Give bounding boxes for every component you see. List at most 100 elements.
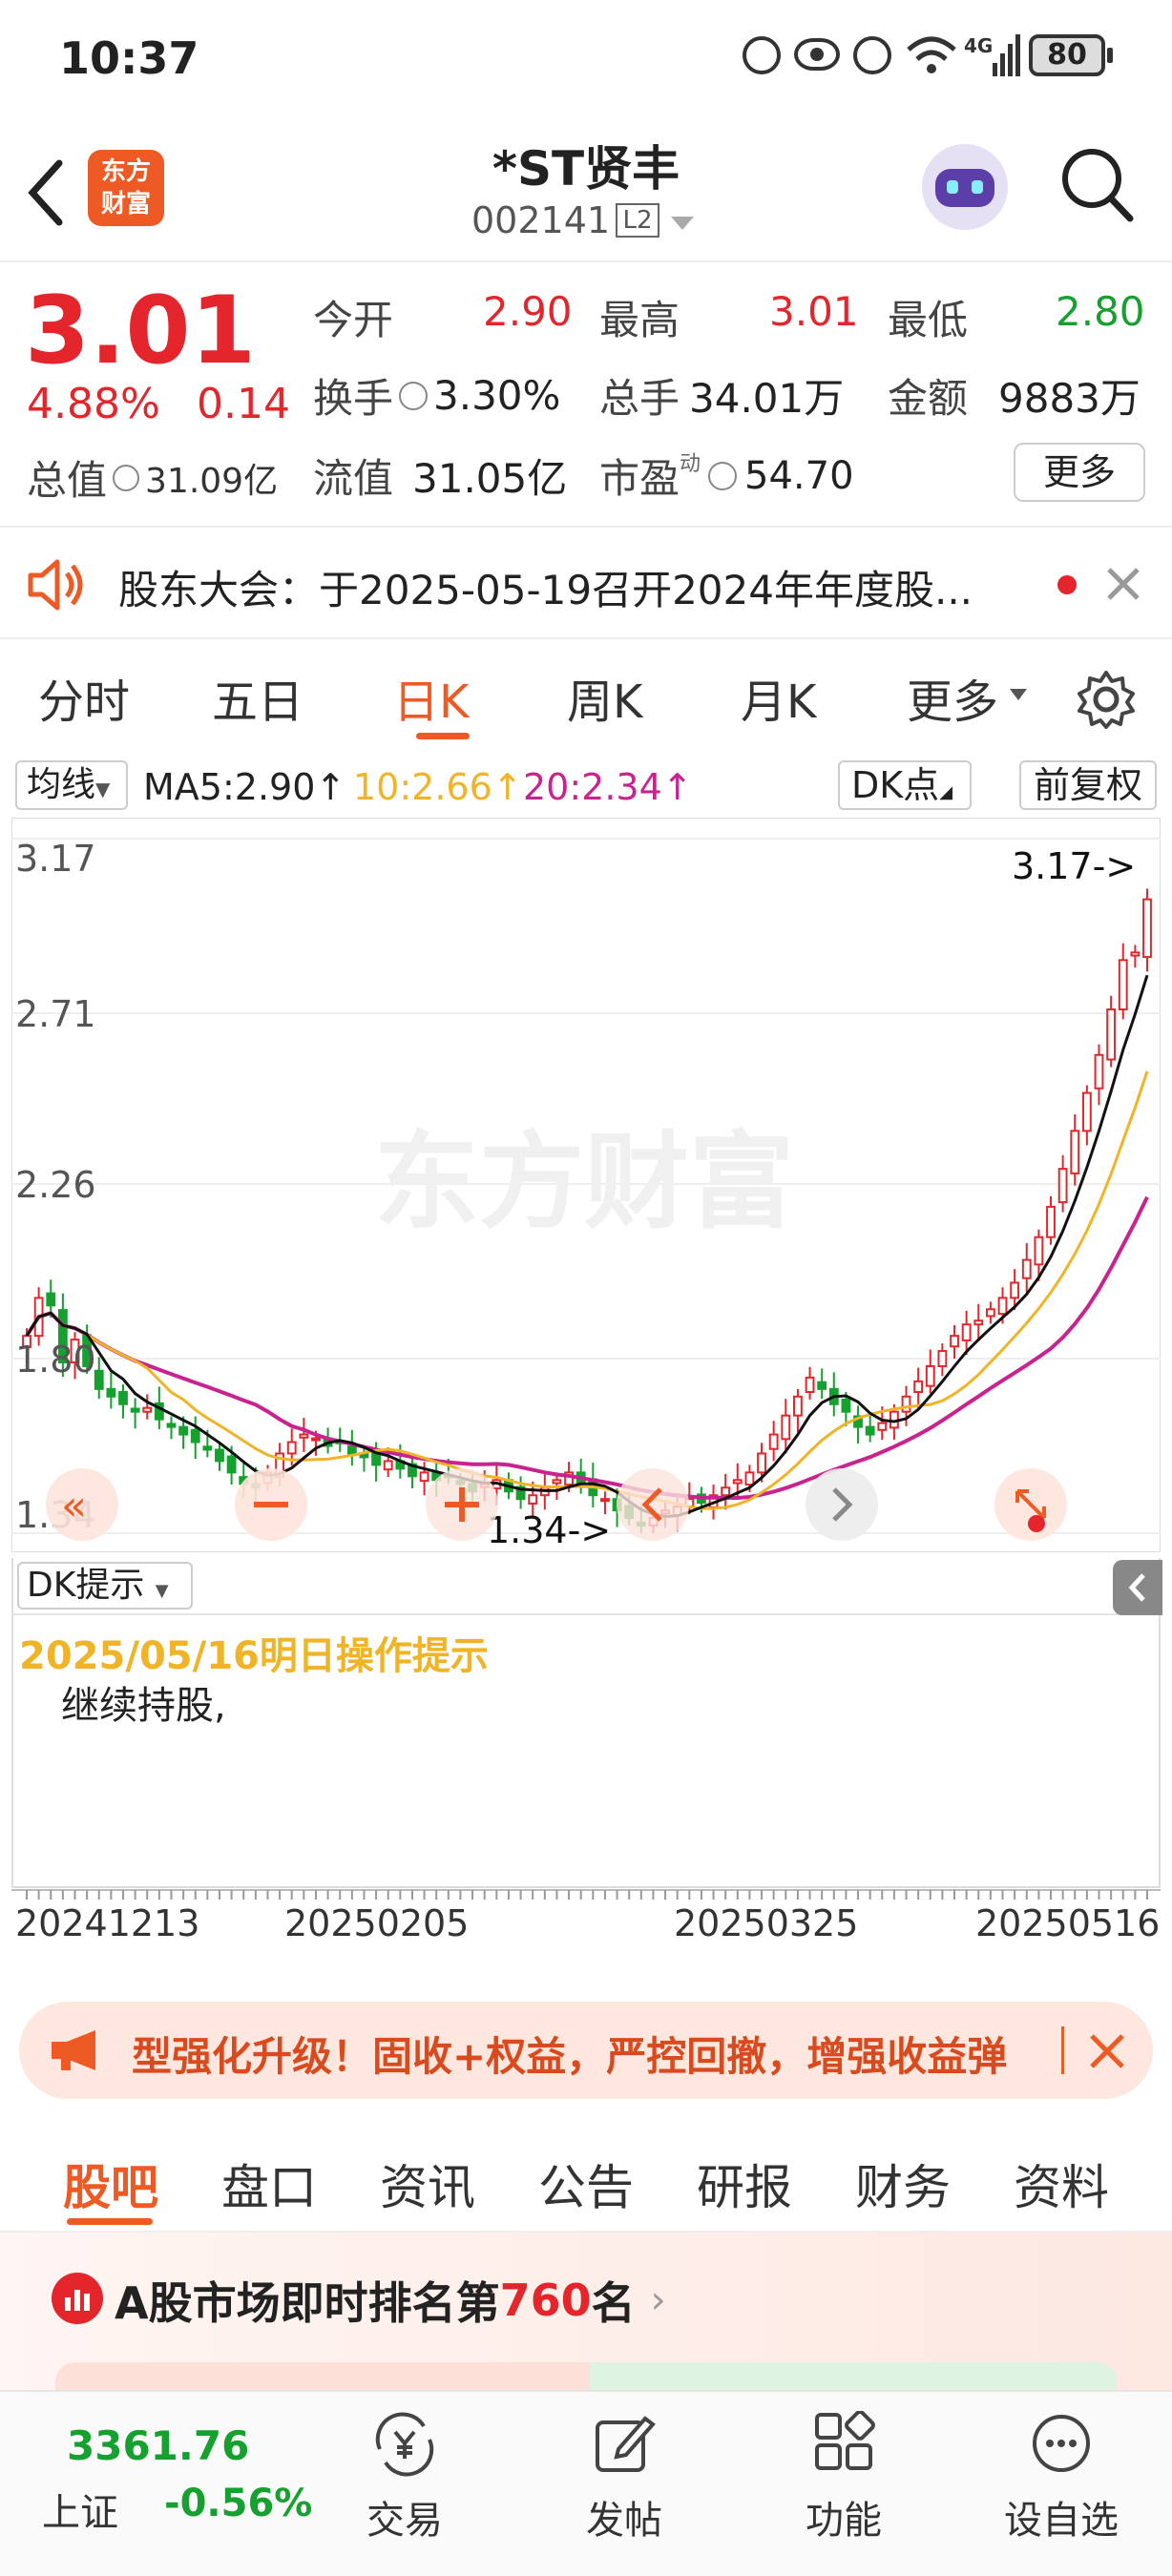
pe-superscript: 动 (680, 452, 701, 476)
tab-research[interactable]: 研报 (697, 2150, 792, 2218)
dock-add-watchlist[interactable]: 设自选 (994, 2411, 1128, 2545)
index-value[interactable]: 3361.76 (67, 2422, 249, 2469)
ma-select[interactable]: 均线▼ (15, 760, 128, 810)
promo-text: 型强化升级！固收+权益，严控回撤，增强收益弹 (132, 2033, 1008, 2080)
chevron-down-icon[interactable] (671, 217, 694, 230)
x-tick-label: 20250325 (674, 1902, 858, 1944)
tab-profile[interactable]: 资料 (1014, 2150, 1109, 2218)
nfc-icon (743, 36, 781, 74)
tab-financials[interactable]: 财务 (855, 2150, 951, 2218)
zoom-in-button[interactable] (426, 1468, 498, 1541)
more-button[interactable]: 更多 (1014, 443, 1145, 502)
candle (913, 1380, 924, 1394)
candle (805, 1376, 815, 1394)
battery-indicator: 80 (1029, 34, 1105, 76)
candle (997, 1297, 1008, 1316)
low-value: 2.80 (1056, 288, 1145, 335)
pe-value: 54.70 (744, 453, 854, 498)
zoom-out-button[interactable] (235, 1468, 307, 1541)
promo-banner[interactable]: 型强化升级！固收+权益，严控回撤，增强收益弹 (19, 2002, 1153, 2099)
ma20-legend: 20:2.34↑ (523, 766, 693, 808)
tab-daily-k[interactable]: 日K (393, 664, 469, 731)
dk-tip-select[interactable]: DK提示 ▼ (17, 1562, 193, 1610)
candle (94, 1369, 104, 1390)
candle (299, 1433, 309, 1439)
collapse-panel-button[interactable] (1113, 1560, 1162, 1615)
tab-five-day[interactable]: 五日 (212, 664, 303, 731)
y-tick-label: 2.71 (15, 993, 96, 1035)
candle (178, 1425, 189, 1436)
dk-tip-label: DK提示 (27, 1566, 145, 1605)
fullscreen-button[interactable] (994, 1468, 1067, 1541)
x-axis: 20241213 20250205 20250325 20250516 (11, 1889, 1161, 1944)
candle (768, 1433, 779, 1450)
info-icon[interactable] (708, 461, 738, 490)
kline-chart[interactable]: 东方财富 3.172.712.261.801.34 3.17-> 1.34-> … (11, 818, 1161, 1552)
change-percent: 4.88% (27, 380, 160, 428)
x-tick-label: 20241213 (15, 1902, 199, 1944)
turnover-label: 换手 (313, 375, 394, 422)
divider (1061, 2026, 1064, 2074)
ma-select-label: 均线 (27, 765, 96, 804)
open-value: 2.90 (483, 288, 573, 335)
candle (937, 1350, 948, 1367)
candle (1081, 1091, 1092, 1132)
zoom-out-fast-button[interactable]: « (46, 1468, 118, 1541)
gear-icon[interactable] (1077, 670, 1136, 729)
mktcap-label: 总值 (27, 457, 108, 504)
scroll-right-button[interactable] (806, 1468, 878, 1541)
dock-post[interactable]: 发帖 (557, 2411, 691, 2545)
candle (732, 1479, 743, 1485)
tab-more[interactable]: 更多 (907, 664, 998, 731)
scroll-left-button[interactable] (617, 1468, 689, 1541)
dk-advice: 继续持股, (61, 1684, 226, 1728)
candle (202, 1445, 213, 1451)
search-icon[interactable] (1059, 146, 1136, 226)
index-change[interactable]: -0.56% (164, 2482, 312, 2525)
dock-trade[interactable]: 交易 (338, 2411, 471, 2545)
tab-weekly-k[interactable]: 周K (567, 664, 642, 731)
dock-features[interactable]: 功能 (777, 2410, 910, 2545)
x-tick-label: 20250516 (975, 1902, 1160, 1944)
dk-date-tip: 2025/05/16明日操作提示 (19, 1634, 489, 1678)
candle (419, 1471, 429, 1483)
adjust-select[interactable]: 前复权 (1019, 760, 1157, 810)
candle (877, 1422, 888, 1431)
yuan-exchange-icon (375, 2412, 434, 2477)
tab-guba[interactable]: 股吧 (63, 2150, 158, 2218)
notice-text: 股东大会：于2025-05-19召开2024年年度股... (118, 567, 973, 613)
tab-handicap[interactable]: 盘口 (221, 2150, 317, 2218)
info-icon[interactable] (113, 464, 140, 491)
close-icon[interactable] (1105, 566, 1141, 602)
tab-announcements[interactable]: 公告 (538, 2150, 634, 2218)
tab-news[interactable]: 资讯 (380, 2150, 475, 2218)
tab-intraday[interactable]: 分时 (38, 664, 130, 731)
chevron-down-icon: ▼ (155, 1581, 169, 1601)
notice-bar[interactable]: 股东大会：于2025-05-19召开2024年年度股... (0, 530, 1172, 639)
robot-assistant-icon[interactable] (922, 144, 1008, 230)
index-name[interactable]: 上证 (42, 2482, 118, 2537)
candle (528, 1494, 538, 1505)
dk-point-select[interactable]: DK点◢ (838, 760, 972, 810)
candle (781, 1414, 791, 1441)
candle (1057, 1168, 1068, 1204)
candle (925, 1364, 935, 1387)
ranking-card[interactable]: A股市场即时排名第 760 名 › (0, 2233, 1172, 2400)
candle (1130, 951, 1141, 957)
close-icon[interactable] (1088, 2032, 1126, 2070)
float-value: 31.05亿 (412, 455, 568, 502)
chevron-down-icon[interactable] (1010, 689, 1027, 700)
candle (46, 1292, 56, 1307)
status-bar: 10:37 4G 80 (0, 0, 1172, 114)
candle (865, 1425, 875, 1436)
tab-monthly-k[interactable]: 月K (741, 664, 816, 731)
eye-icon (794, 38, 840, 71)
level2-badge[interactable]: L2 (616, 203, 659, 238)
info-icon[interactable] (399, 381, 429, 410)
stock-code: 002141 (471, 199, 611, 241)
low-label: 最低 (888, 297, 969, 343)
candle (1118, 959, 1128, 1011)
candle (1106, 1008, 1117, 1061)
candle (130, 1407, 140, 1413)
kline-chart-area: 均线▼ MA5:2.90↑ 10:2.66↑ 20:2.34↑ DK点◢ 前复权… (11, 758, 1162, 1980)
